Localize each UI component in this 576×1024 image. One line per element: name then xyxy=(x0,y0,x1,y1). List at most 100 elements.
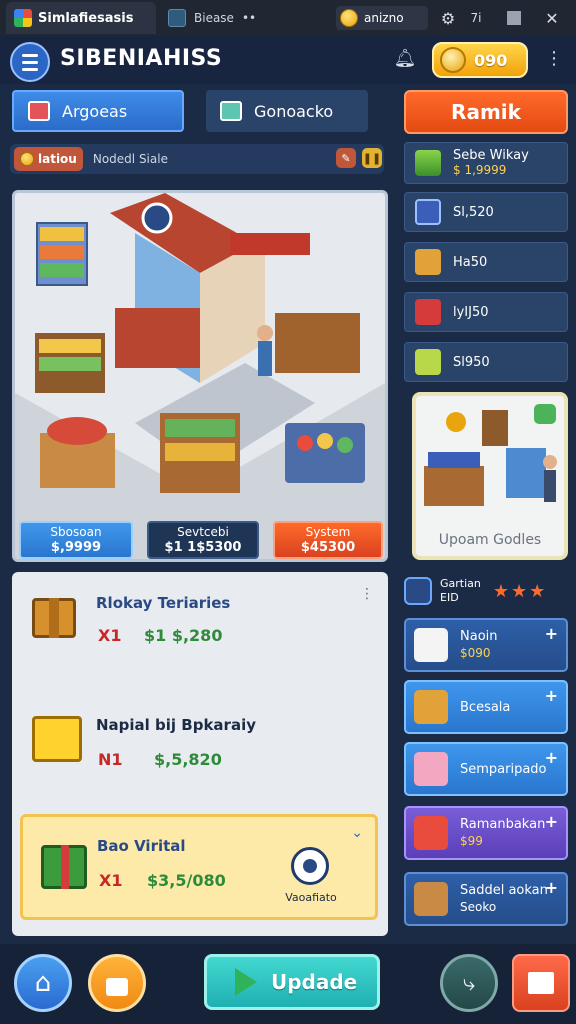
produce-crate-icon xyxy=(414,690,448,724)
list-item-qty: X1 xyxy=(98,626,122,645)
rating-name: Gartian xyxy=(440,577,481,590)
ring-icon[interactable] xyxy=(291,847,329,885)
coin-counter[interactable]: anizno xyxy=(336,6,428,30)
plus-icon[interactable]: + xyxy=(545,812,558,831)
shop-icon xyxy=(528,972,554,994)
box-icon xyxy=(32,716,82,766)
rating-value: EID xyxy=(440,591,459,604)
list-item-price: $1 $,280 xyxy=(144,626,223,645)
update-label: Updade xyxy=(271,970,358,994)
side-item-name: Sebe Wikay xyxy=(453,148,529,163)
list-item-price: $3,5/080 xyxy=(147,871,226,890)
basket-icon xyxy=(415,299,441,325)
location-pin-icon xyxy=(404,577,432,605)
play-icon xyxy=(235,968,257,996)
upgrade-card-small[interactable]: Semparipado + xyxy=(404,742,568,796)
card-name: Saddel aokan xyxy=(460,883,548,898)
card-value: Seoko xyxy=(460,900,497,914)
upgrade-card-small[interactable]: Saddel aokan Seoko + xyxy=(404,872,568,926)
side-item-name: Ha50 xyxy=(453,254,488,270)
upgrade-card-small[interactable]: Naoin $090 + xyxy=(404,618,568,672)
plus-icon[interactable]: + xyxy=(545,686,558,705)
side-item-value: $ 1,9999 xyxy=(453,163,507,177)
close-icon[interactable]: ✕ xyxy=(540,6,564,30)
gold-value: 090 xyxy=(474,50,508,70)
rating-stars-icon: ★★★ xyxy=(492,580,548,602)
upgrade-card-small[interactable]: Ramanbakan $99 + xyxy=(404,806,568,860)
side-item[interactable]: Sl950 xyxy=(404,342,568,382)
window-tab-title: Simlafiesasis xyxy=(38,10,134,26)
side-item[interactable]: lyIJ50 xyxy=(404,292,568,332)
box-icon xyxy=(28,101,50,121)
window-control-label[interactable]: 7i xyxy=(464,6,488,30)
status-tag[interactable]: latiou xyxy=(14,147,83,171)
upgrade-card[interactable]: Upoam Godles xyxy=(412,392,568,560)
window-tab-secondary[interactable]: Biease •• xyxy=(168,6,288,30)
side-item[interactable]: Sebe Wikay $ 1,9999 xyxy=(404,142,568,184)
scene-tag[interactable]: Sbosoan $,9999 xyxy=(19,521,133,559)
chevron-down-icon[interactable]: ⌄ xyxy=(351,825,363,841)
status-coin-icon xyxy=(20,152,34,166)
alert-icon[interactable]: ✎ xyxy=(336,148,356,168)
scene-tag-value: $45300 xyxy=(300,540,356,555)
settings-gear-icon[interactable]: ⚙ xyxy=(436,6,460,30)
app-title: SIBENIAHISS xyxy=(60,46,223,71)
package-icon xyxy=(32,598,82,648)
plus-icon[interactable]: + xyxy=(545,624,558,643)
list-item[interactable]: Rlokay Teriaries X1 $1 $,280 xyxy=(12,592,388,662)
featured-list-item[interactable]: ⌄ Bao Virital X1 $3,5/080 Vaoafiato xyxy=(20,814,378,920)
maximize-icon[interactable] xyxy=(502,6,526,30)
menu-button[interactable] xyxy=(10,42,50,82)
side-item-name: lyIJ50 xyxy=(453,304,489,320)
notification-bell-icon[interactable]: 🔔︎ xyxy=(392,48,418,74)
gold-balance-button[interactable]: 090 xyxy=(432,42,528,78)
tab-label: Gonoacko xyxy=(254,101,334,121)
scene-tag-value: $1 1$5300 xyxy=(164,540,242,555)
plus-icon[interactable]: + xyxy=(545,878,558,897)
side-item[interactable]: Ha50 xyxy=(404,242,568,282)
produce-icon xyxy=(415,249,441,275)
gift-icon xyxy=(41,845,87,889)
plus-icon[interactable]: + xyxy=(545,748,558,767)
rank-button[interactable]: Ramik xyxy=(404,90,568,134)
scene-tag[interactable]: Sevtcebi $1 1$5300 xyxy=(147,521,259,559)
home-button[interactable]: ⌂ xyxy=(14,954,72,1012)
bag-icon xyxy=(414,628,448,662)
share-button[interactable]: ⤷ xyxy=(440,954,498,1012)
browser-icon xyxy=(168,9,186,27)
scene-tag-name: Sevtcebi xyxy=(177,525,229,539)
side-item[interactable]: Sl,520 xyxy=(404,192,568,232)
upgrade-card-small[interactable]: Bcesala + xyxy=(404,680,568,734)
card-value: $090 xyxy=(460,646,491,660)
side-item-name: Sl,520 xyxy=(453,204,494,220)
status-tag-label: latiou xyxy=(38,152,77,166)
lock-icon xyxy=(106,978,128,996)
more-options-icon[interactable]: ⋮ xyxy=(544,48,564,74)
window-tab-active[interactable]: Simlafiesasis xyxy=(6,2,156,34)
card-value: $99 xyxy=(460,834,483,848)
scene-tag-name: System xyxy=(305,525,351,539)
app-logo-icon xyxy=(14,9,32,27)
shop-button[interactable] xyxy=(512,954,570,1012)
cheese-icon xyxy=(415,150,441,176)
gold-coin-icon xyxy=(440,47,466,73)
shelf-icon xyxy=(415,199,441,225)
card-name: Ramanbakan xyxy=(460,817,546,832)
side-item-name: Sl950 xyxy=(453,354,490,370)
rating-row[interactable]: Gartian EID ★★★ xyxy=(404,572,568,610)
pause-icon[interactable]: ❚❚ xyxy=(362,148,382,168)
tab-gonoacko[interactable]: Gonoacko xyxy=(206,90,368,132)
store-scene[interactable]: Sbosoan $,9999 Sevtcebi $1 1$5300 System… xyxy=(12,190,388,562)
lock-button[interactable] xyxy=(88,954,146,1012)
upgrade-illustration xyxy=(424,410,557,506)
status-text: Nodedl Siale xyxy=(92,152,168,166)
coin-label: anizno xyxy=(364,11,404,25)
list-item-qty: N1 xyxy=(98,750,123,769)
gift-basket-icon xyxy=(414,752,448,786)
update-button[interactable]: Updade xyxy=(204,954,380,1010)
scene-tag[interactable]: System $45300 xyxy=(273,521,383,559)
list-item[interactable]: Napial bij Bpkaraiy N1 $,5,820 xyxy=(12,712,388,782)
list-item-price: $,5,820 xyxy=(154,750,222,769)
tab-argoeas[interactable]: Argoeas xyxy=(12,90,184,132)
scene-tag-name: Sbosoan xyxy=(50,525,102,539)
